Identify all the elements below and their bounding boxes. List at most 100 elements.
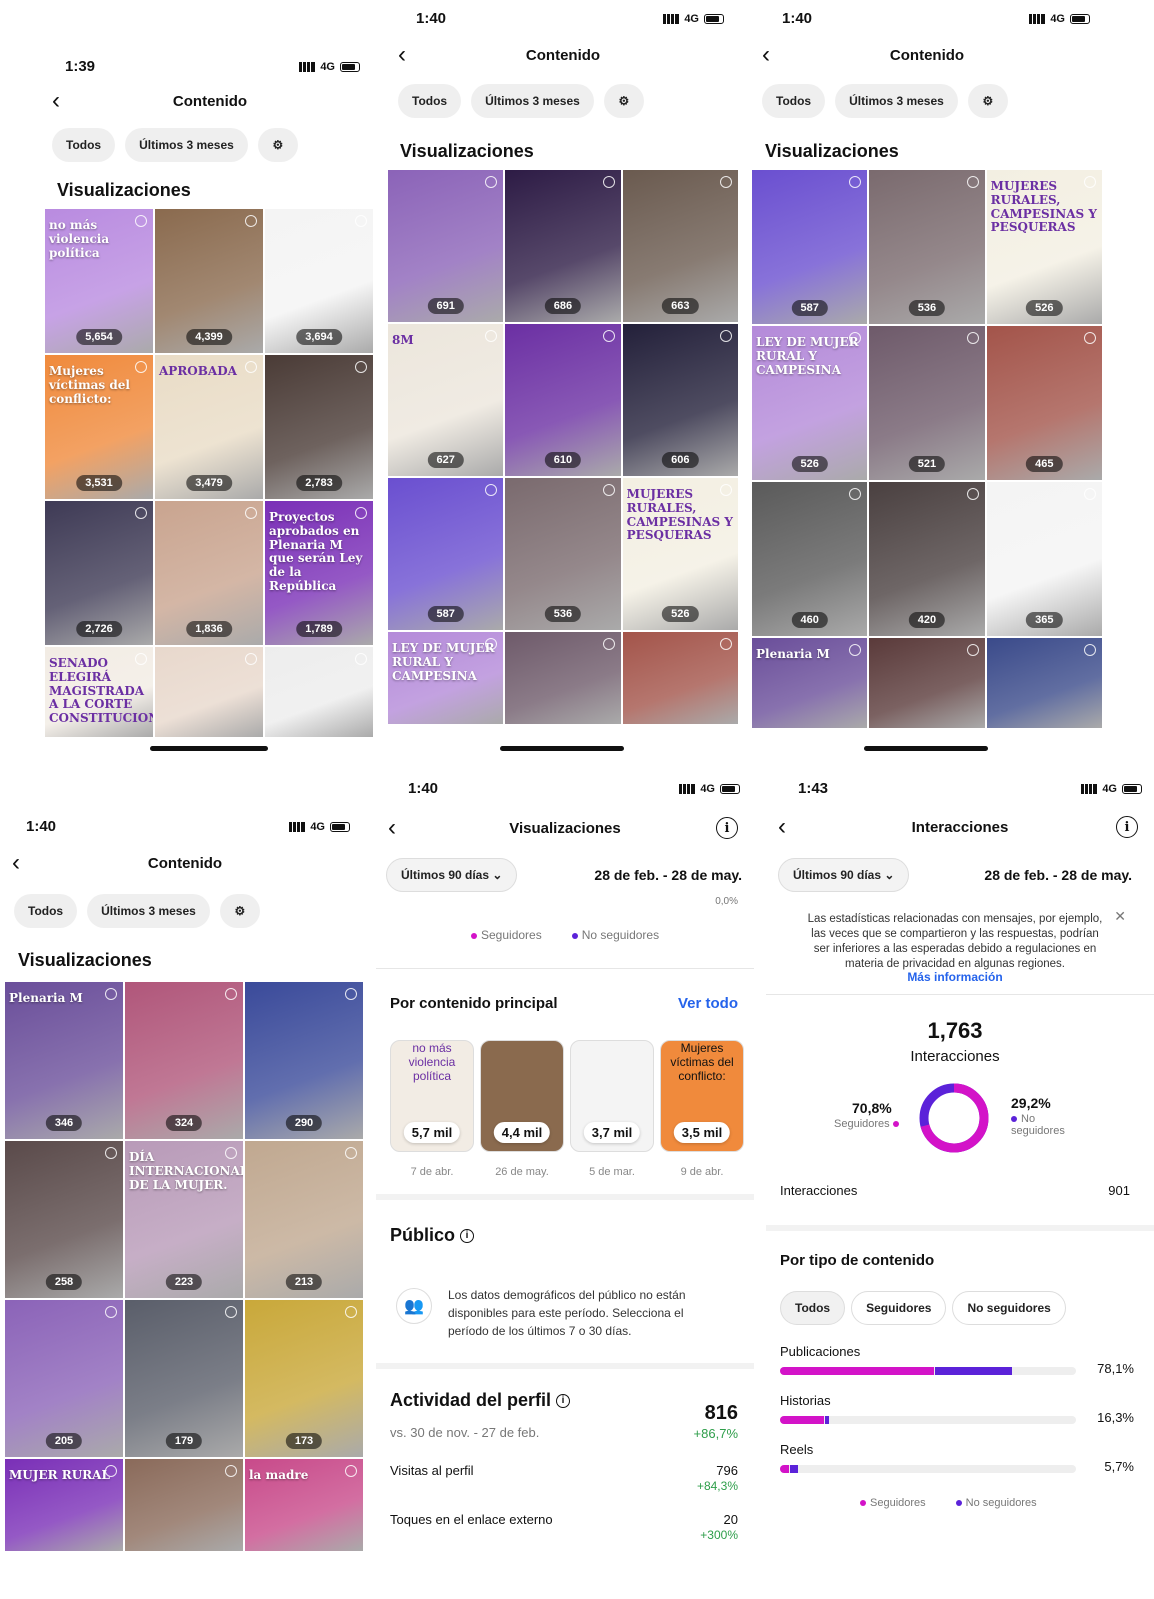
content-tile[interactable] [265,647,373,737]
content-tile[interactable]: no más violencia política 5,654 [45,209,153,353]
filter-period[interactable]: Últimos 3 meses [125,128,248,162]
content-tile[interactable] [869,638,985,728]
content-tile[interactable] [622,632,738,724]
content-tile[interactable]: 606 [622,324,738,476]
content-tile[interactable]: 2,726 [45,501,153,645]
content-tile[interactable]: 610 [505,324,621,476]
content-tile[interactable]: 258 [5,1141,123,1298]
content-tile[interactable]: MUJERES RURALES, CAMPESINAS Y PESQUERAS 5… [986,170,1102,324]
filter-period[interactable]: Últimos 3 meses [471,84,594,118]
filter-period[interactable]: Últimos 3 meses [87,894,210,928]
content-tile[interactable]: 536 [869,170,985,324]
network-label: 4G [1102,782,1117,795]
filter-settings-icon[interactable]: ⚙ [603,84,644,118]
type-filter-all[interactable]: Todos [780,1291,846,1325]
content-tile[interactable] [125,1459,243,1551]
filter-settings-icon[interactable]: ⚙ [219,894,260,928]
content-tile[interactable]: 587 [752,170,868,324]
filter-settings-icon[interactable]: ⚙ [257,128,298,162]
content-tile[interactable]: 4,399 [155,209,263,353]
content-tile[interactable]: Mujeres víctimas del conflicto: 3,531 [45,355,153,499]
filter-all[interactable]: Todos [14,894,78,928]
multi-post-icon [345,1147,357,1159]
top-content-card[interactable]: no más violencia política 5,7 mil 7 de abr… [390,1040,474,1178]
content-tile[interactable]: 2,783 [265,355,373,499]
content-tile[interactable]: 587 [388,478,504,630]
info-icon[interactable]: i [1116,816,1138,838]
content-tile[interactable]: 324 [125,982,243,1139]
content-tile[interactable]: 8M 627 [388,324,504,476]
filter-all[interactable]: Todos [398,84,462,118]
multi-post-icon [355,215,367,227]
content-tile[interactable]: 3,694 [265,209,373,353]
content-tile[interactable] [155,647,263,737]
content-tile[interactable]: 1,836 [155,501,263,645]
content-tile[interactable]: APROBADA 3,479 [155,355,263,499]
tile-caption: MUJERES RURALES, CAMPESINAS Y PESQUERAS [626,487,733,543]
content-tile[interactable]: DÍA INTERNACIONAL DE LA MUJER. 223 [125,1141,243,1298]
content-tile[interactable]: 465 [986,326,1102,480]
back-icon[interactable]: ‹ [778,815,786,839]
content-tile[interactable] [505,632,621,724]
back-icon[interactable]: ‹ [52,89,60,113]
multi-post-icon [720,176,732,188]
type-filter-followers[interactable]: Seguidores [851,1291,947,1325]
content-tile[interactable]: MUJER RURAL [5,1459,123,1551]
filter-all[interactable]: Todos [762,84,826,118]
more-info-link[interactable]: Más información [766,970,1144,984]
content-tile[interactable]: 179 [125,1300,243,1457]
back-icon[interactable]: ‹ [762,43,770,67]
tile-caption: Mujeres víctimas del conflicto: [670,1041,734,1083]
content-tile[interactable]: 365 [986,482,1102,636]
view-count: 179 [165,1433,203,1449]
back-icon[interactable]: ‹ [398,43,406,67]
view-count: 365 [1026,612,1063,628]
content-tile[interactable]: Plenaria M [752,638,868,728]
top-content-card[interactable]: Mujeres víctimas del conflicto: 3,5 mil 9 … [660,1040,744,1178]
content-tile[interactable]: 691 [388,170,504,322]
filter-settings-icon[interactable]: ⚙ [967,84,1008,118]
top-content-card[interactable]: 3,7 mil 5 de mar. [570,1040,654,1178]
info-icon[interactable]: i [460,1229,475,1244]
content-tile[interactable]: Plenaria M 346 [5,982,123,1139]
period-dropdown[interactable]: Últimos 90 días ⌄ [386,858,518,892]
content-tile[interactable]: 420 [869,482,985,636]
content-tile[interactable]: MUJERES RURALES, CAMPESINAS Y PESQUERAS 5… [622,478,738,630]
content-tile[interactable]: 173 [245,1300,363,1457]
close-icon[interactable]: ✕ [1114,908,1126,925]
type-percent: 78,1% [1097,1361,1134,1376]
period-dropdown[interactable]: Últimos 90 días ⌄ [778,858,910,892]
content-tile[interactable]: 205 [5,1300,123,1457]
type-filter-nonfollowers[interactable]: No seguidores [952,1291,1066,1325]
content-tile[interactable]: 521 [869,326,985,480]
content-tile[interactable]: LEY DE MUJER RURAL Y CAMPESINA [388,632,504,724]
content-tile[interactable]: SENADO ELEGIRÁ MAGISTRADA A LA CORTE CON… [45,647,153,737]
view-count: 686 [544,298,582,314]
back-icon[interactable]: ‹ [388,816,396,840]
content-tile[interactable] [986,638,1102,728]
content-tile[interactable]: Proyectos aprobados en Plenaria M que se… [265,501,373,645]
battery-icon [704,13,724,24]
content-tile[interactable]: 663 [622,170,738,322]
content-tile[interactable]: la madre [245,1459,363,1551]
content-tile[interactable]: 686 [505,170,621,322]
public-message: Los datos demográficos del público no es… [448,1288,686,1338]
filter-all[interactable]: Todos [52,128,116,162]
back-icon[interactable]: ‹ [12,851,20,875]
content-tile[interactable]: LEY DE MUJER RURAL Y CAMPESINA 526 [752,326,868,480]
content-tile[interactable]: 213 [245,1141,363,1298]
filter-period[interactable]: Últimos 3 meses [835,84,958,118]
tile-caption: la madre [249,1468,309,1482]
content-tile[interactable]: 290 [245,982,363,1139]
multi-post-icon [1084,644,1096,656]
see-all-link[interactable]: Ver todo [678,995,738,1012]
multi-post-icon [602,638,615,650]
info-icon[interactable]: i [716,817,738,839]
nav-bar: ‹ Contenido [40,86,380,116]
content-tile[interactable]: 460 [752,482,868,636]
content-grid: no más violencia política 5,654 4,399 3,694… [45,209,373,737]
info-icon[interactable]: i [556,1394,571,1409]
tile-caption: LEY DE MUJER RURAL Y CAMPESINA [756,335,859,377]
top-content-card[interactable]: 4,4 mil 26 de may. [480,1040,564,1178]
content-tile[interactable]: 536 [505,478,621,630]
